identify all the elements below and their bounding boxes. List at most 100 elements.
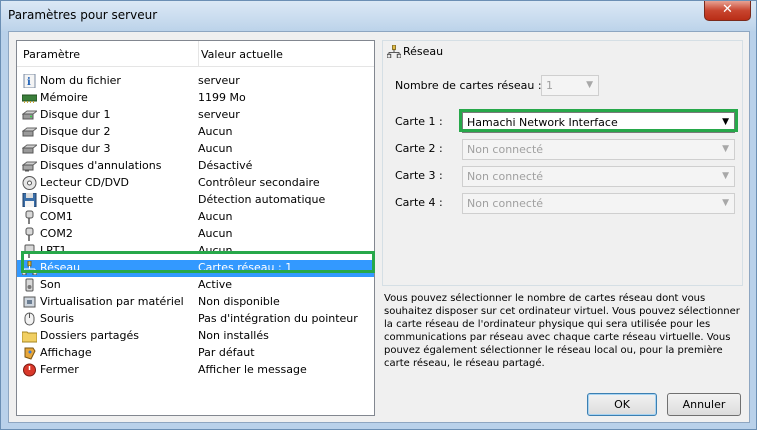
list-item-value: serveur xyxy=(198,108,240,121)
list-item-value: Contrôleur secondaire xyxy=(198,176,320,189)
card-2-value: Non connecté xyxy=(467,143,544,156)
com-port-icon xyxy=(25,227,34,241)
list-item-com2[interactable]: COM2 Aucun xyxy=(17,226,374,243)
list-item-lpt1[interactable]: LPT1 Aucun xyxy=(17,243,374,260)
memory-icon xyxy=(22,94,37,103)
com-port-icon xyxy=(25,210,34,224)
chevron-down-icon: ▼ xyxy=(722,144,729,154)
list-item-value: Par défaut xyxy=(198,346,255,359)
list-item-com1[interactable]: COM1 Aucun xyxy=(17,209,374,226)
card-count-select[interactable]: 1 ▼ xyxy=(541,75,599,96)
hard-disk-icon xyxy=(22,127,37,137)
mouse-icon xyxy=(24,312,35,326)
list-item-value: serveur xyxy=(198,74,240,87)
list-item-name: Dossiers partagés xyxy=(40,329,140,342)
list-item-name: Souris xyxy=(40,312,74,325)
list-item-value: Active xyxy=(198,278,233,291)
list-item-shared-folders[interactable]: Dossiers partagés Non installés xyxy=(17,328,374,345)
list-header: Paramètre Valeur actuelle xyxy=(17,41,374,67)
list-item-value: Aucun xyxy=(198,142,233,155)
card-4-label: Carte 4 : xyxy=(395,196,443,209)
list-item-name: Disque dur 1 xyxy=(40,108,111,121)
column-header-value[interactable]: Valeur actuelle xyxy=(201,48,283,61)
hard-disk-icon xyxy=(22,110,37,120)
list-item-hard-disk-1[interactable]: Disque dur 1 serveur xyxy=(17,107,374,124)
list-item-name: Affichage xyxy=(40,346,92,359)
sound-icon xyxy=(25,278,34,292)
list-item-memory[interactable]: Mémoire 1199 Mo xyxy=(17,90,374,107)
list-item-value: Pas d'intégration du pointeur xyxy=(198,312,358,325)
list-item-name: LPT1 xyxy=(40,244,67,257)
list-item-value: Non installés xyxy=(198,329,269,342)
info-icon: i xyxy=(23,74,36,88)
list-item-sound[interactable]: Son Active xyxy=(17,277,374,294)
list-item-name: Disque dur 3 xyxy=(40,142,111,155)
chevron-down-icon: ▼ xyxy=(722,198,729,208)
cancel-button[interactable]: Annuler xyxy=(667,393,741,416)
list-item-hardware-virtualization[interactable]: Virtualisation par matériel Non disponib… xyxy=(17,294,374,311)
network-icon xyxy=(387,45,401,58)
list-item-network[interactable]: Réseau Cartes réseau : 1 xyxy=(17,260,374,277)
dialog-body: Paramètre Valeur actuelle i Nom du fichi… xyxy=(8,31,750,423)
list-item-value: Aucun xyxy=(198,210,233,223)
folder-icon xyxy=(22,331,37,343)
hard-disk-icon xyxy=(22,144,37,154)
card-4-select[interactable]: Non connecté ▼ xyxy=(462,193,735,214)
list-item-undo-disks[interactable]: Disques d'annulations Désactivé xyxy=(17,158,374,175)
card-2-select[interactable]: Non connecté ▼ xyxy=(462,139,735,160)
svg-text:i: i xyxy=(27,77,31,88)
list-item-mouse[interactable]: Souris Pas d'intégration du pointeur xyxy=(17,311,374,328)
list-item-value: Aucun xyxy=(198,244,233,257)
hardware-icon xyxy=(23,296,36,308)
window-title: Paramètres pour serveur xyxy=(8,8,158,22)
network-icon xyxy=(22,261,37,275)
list-item-value: Désactivé xyxy=(198,159,253,172)
list-item-name: Disques d'annulations xyxy=(40,159,162,172)
list-item-value: Détection automatique xyxy=(198,193,326,206)
network-settings-panel: Réseau Nombre de cartes réseau : 1 ▼ Car… xyxy=(382,40,743,286)
display-icon xyxy=(24,347,36,360)
list-item-display[interactable]: Affichage Par défaut xyxy=(17,345,374,362)
card-3-select[interactable]: Non connecté ▼ xyxy=(462,166,735,187)
column-separator[interactable] xyxy=(198,41,199,66)
card-1-select[interactable]: Hamachi Network Interface ▼ xyxy=(462,112,735,133)
card-4-value: Non connecté xyxy=(467,197,544,210)
list-item-value: Cartes réseau : 1 xyxy=(198,261,293,274)
close-circle-icon xyxy=(23,363,36,377)
floppy-icon xyxy=(22,193,37,207)
list-item-name: Réseau xyxy=(40,261,81,274)
settings-list[interactable]: Paramètre Valeur actuelle i Nom du fichi… xyxy=(16,40,375,416)
card-count-value: 1 xyxy=(546,79,553,92)
card-1-value: Hamachi Network Interface xyxy=(467,116,618,129)
ok-button[interactable]: OK xyxy=(587,393,657,416)
help-description: Vous pouvez sélectionner le nombre de ca… xyxy=(384,293,740,369)
list-item-name: Virtualisation par matériel xyxy=(40,295,184,308)
close-button[interactable]: ✕ xyxy=(704,1,751,21)
settings-window: Paramètres pour serveur ✕ Paramètre Vale… xyxy=(0,0,757,430)
list-item-value: Afficher le message xyxy=(198,363,307,376)
list-item-filename[interactable]: i Nom du fichier serveur xyxy=(17,73,374,90)
list-item-name: Disquette xyxy=(40,193,94,206)
list-item-hard-disk-3[interactable]: Disque dur 3 Aucun xyxy=(17,141,374,158)
list-item-value: 1199 Mo xyxy=(198,91,246,104)
lpt-port-icon xyxy=(24,244,35,258)
list-item-close[interactable]: Fermer Afficher le message xyxy=(17,362,374,379)
list-item-name: Son xyxy=(40,278,61,291)
column-header-param[interactable]: Paramètre xyxy=(23,48,80,61)
undo-disk-icon xyxy=(22,161,37,172)
panel-title: Réseau xyxy=(403,45,444,58)
list-item-name: Fermer xyxy=(40,363,79,376)
title-bar[interactable]: Paramètres pour serveur ✕ xyxy=(1,1,756,31)
card-count-label: Nombre de cartes réseau : xyxy=(395,79,542,92)
card-3-label: Carte 3 : xyxy=(395,169,443,182)
chevron-down-icon: ▼ xyxy=(586,80,593,90)
card-2-label: Carte 2 : xyxy=(395,142,443,155)
list-item-hard-disk-2[interactable]: Disque dur 2 Aucun xyxy=(17,124,374,141)
list-item-name: COM2 xyxy=(40,227,73,240)
list-item-cd-dvd[interactable]: Lecteur CD/DVD Contrôleur secondaire xyxy=(17,175,374,192)
list-item-floppy[interactable]: Disquette Détection automatique xyxy=(17,192,374,209)
chevron-down-icon: ▼ xyxy=(722,171,729,181)
list-item-name: Nom du fichier xyxy=(40,74,121,87)
list-item-name: Disque dur 2 xyxy=(40,125,111,138)
cd-icon xyxy=(22,176,37,190)
